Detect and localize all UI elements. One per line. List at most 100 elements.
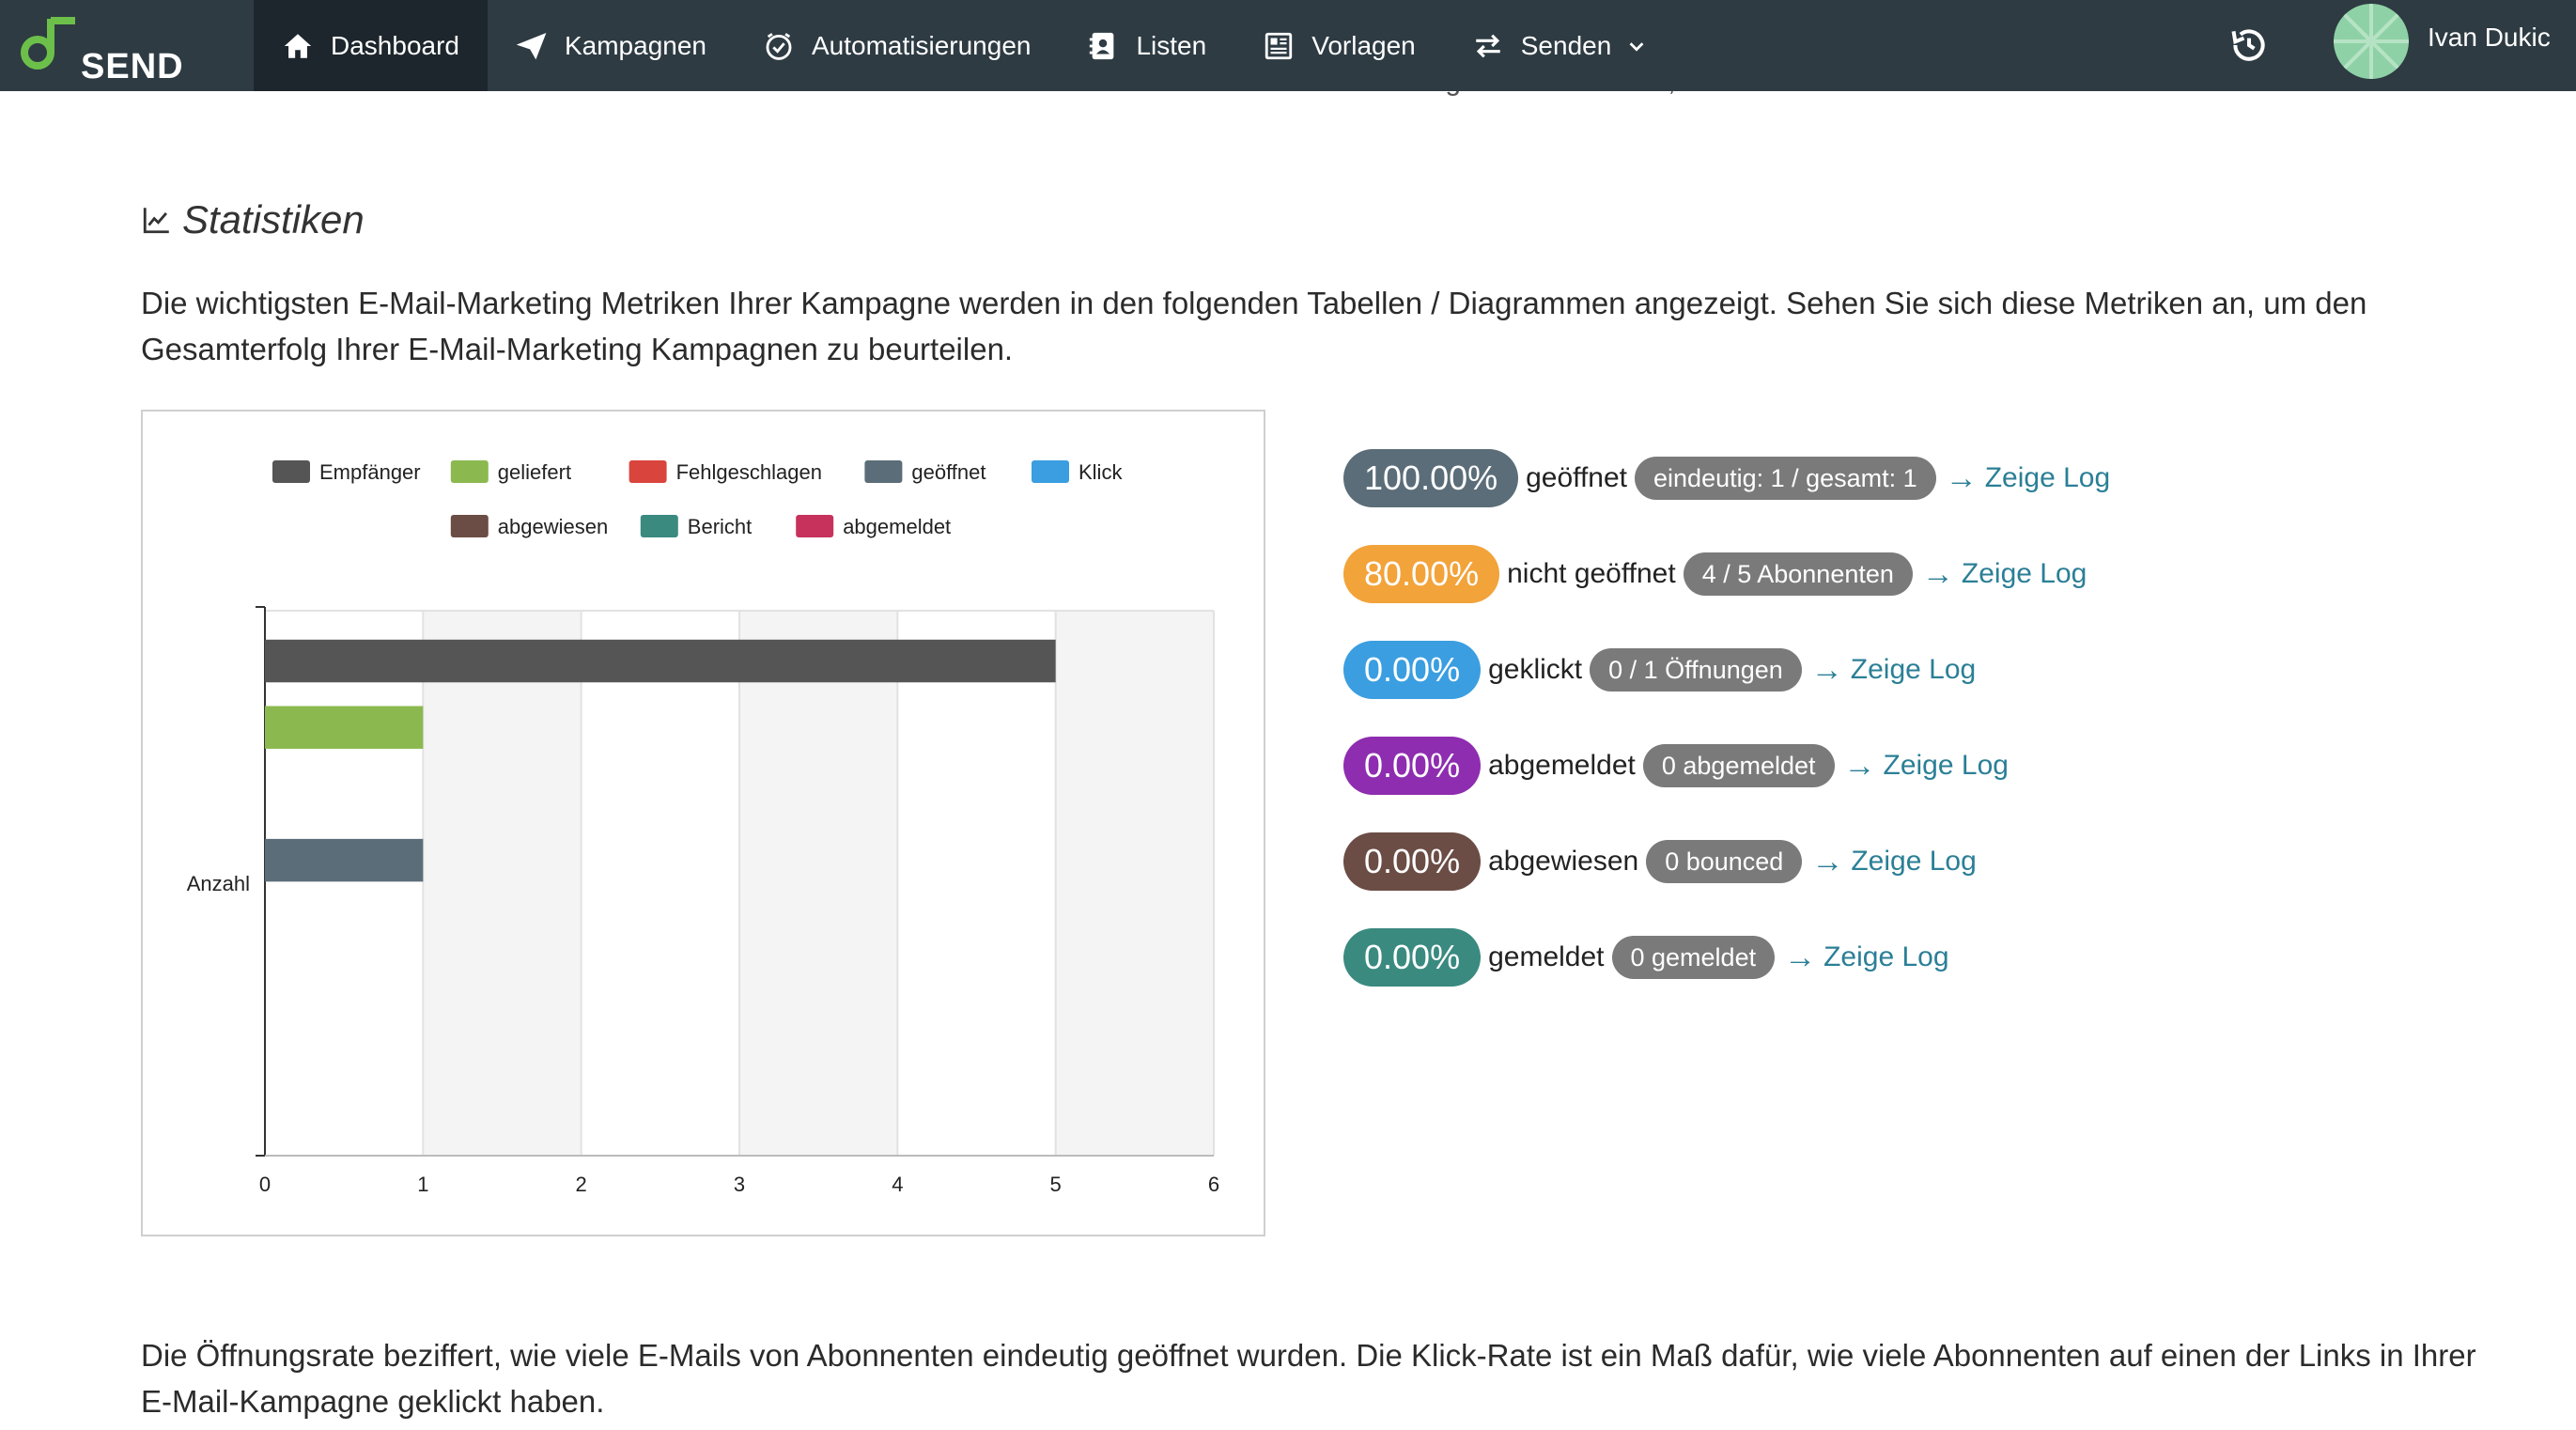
legend-label: geöffnet [911, 460, 985, 484]
paper-plane-icon [516, 32, 547, 59]
bar-empfänger [265, 639, 1056, 683]
legend-label: Klick [1079, 460, 1123, 484]
statistics-title-text: Statistiken [182, 197, 365, 241]
grid-band [423, 611, 582, 1156]
x-tick-label: 5 [1050, 1173, 1062, 1196]
x-tick-label: 0 [259, 1173, 271, 1196]
metric-count-pill: eindeutig: 1 / gesamt: 1 [1635, 457, 1936, 500]
nav-automatisierungen[interactable]: Automatisierungen [735, 0, 1059, 91]
clock-check-icon [766, 32, 792, 60]
x-tick-label: 4 [892, 1173, 903, 1196]
metric-count-pill: 0 gemeldet [1611, 936, 1776, 979]
legend-swatch [628, 460, 667, 483]
metric-label: abgewiesen [1488, 846, 1639, 877]
statistics-chart: 0 1 2 3 4 5 6 Anzahl Empfänger geliefert Fehlgesch… [141, 410, 1265, 1236]
chevron-down-icon [1629, 41, 1644, 52]
nav-senden-label: Senden [1520, 30, 1612, 60]
nav-vorlagen-label: Vorlagen [1311, 30, 1416, 60]
grid-band [1055, 611, 1214, 1156]
nav-kampagnen-label: Kampagnen [564, 30, 706, 60]
legend-label: Fehlgeschlagen [676, 460, 822, 484]
metric-row: 0.00% abgewiesen 0 bounced → Zeige Log [1343, 832, 1977, 891]
show-log-link[interactable]: → Zeige Log [1811, 652, 1976, 689]
metric-percentage-badge: 100.00% [1343, 449, 1519, 507]
legend-swatch [450, 515, 489, 537]
metric-row: 0.00% gemeldet 0 gemeldet → Zeige Log [1343, 928, 1949, 987]
bar-geliefert [265, 706, 424, 749]
nav-vorlagen[interactable]: Vorlagen [1234, 0, 1444, 91]
show-log-link[interactable]: → Zeige Log [1811, 844, 1976, 880]
nav-listen-label: Listen [1136, 30, 1207, 60]
metric-row: 100.00% geöffnet eindeutig: 1 / gesamt: 1 →… [1343, 449, 2110, 507]
legend-swatch [640, 515, 678, 537]
show-log-link[interactable]: → Zeige Log [1844, 748, 2009, 785]
metric-row: 80.00% nicht geöffnet 4 / 5 Abonnenten → Zei… [1343, 545, 2087, 603]
metric-percentage-badge: 0.00% [1343, 832, 1482, 891]
nav-listen[interactable]: Listen [1059, 0, 1234, 91]
nav-kampagnen[interactable]: Kampagnen [488, 0, 735, 91]
grid-band [739, 611, 898, 1156]
address-book-icon [1090, 32, 1114, 59]
metric-label: abgemeldet [1488, 750, 1636, 781]
metric-percentage-badge: 80.00% [1343, 545, 1500, 603]
arrow-right-icon: → [1784, 939, 1817, 975]
legend-swatch [450, 460, 489, 483]
history-icon[interactable] [2228, 24, 2270, 66]
arrow-right-icon: → [1811, 843, 1844, 879]
line-chart-icon [143, 208, 169, 234]
user-name[interactable]: Ivan Dukic [2428, 23, 2551, 53]
show-log-link[interactable]: → Zeige Log [1922, 556, 2087, 593]
show-log-link[interactable]: → Zeige Log [1784, 940, 1948, 976]
nav-dashboard[interactable]: Dashboard [254, 0, 488, 91]
metric-count-pill: 0 / 1 Öffnungen [1590, 648, 1802, 692]
metric-row: 0.00% abgemeldet 0 abgemeldet → Zeige Log [1343, 737, 2009, 795]
home-icon [284, 33, 312, 58]
metric-label: geklickt [1488, 654, 1583, 685]
logo[interactable]: SEND [17, 11, 183, 86]
exchange-icon [1476, 34, 1500, 57]
metric-percentage-badge: 0.00% [1343, 737, 1482, 795]
legend-swatch [1032, 460, 1069, 483]
avatar-pattern-icon [2334, 4, 2409, 79]
bar-chart: 0 1 2 3 4 5 6 Anzahl Empfänger geliefert Fehlgesch… [187, 460, 1219, 1196]
y-category-label: Anzahl [187, 872, 250, 895]
legend-label: abgewiesen [498, 515, 608, 538]
legend-label: geliefert [498, 460, 571, 484]
x-tick-label: 6 [1208, 1173, 1219, 1196]
nav-senden[interactable]: Senden [1444, 0, 1676, 91]
metric-count-pill: 4 / 5 Abonnenten [1683, 552, 1913, 596]
legend-swatch [796, 515, 834, 537]
metric-count-pill: 0 abgemeldet [1642, 744, 1835, 787]
show-log-link[interactable]: → Zeige Log [1946, 460, 2110, 497]
x-tick-label: 2 [576, 1173, 587, 1196]
show-log-label: Zeige Log [1883, 750, 2009, 781]
legend-label: Bericht [688, 515, 752, 538]
logo-text: SEND [81, 47, 184, 86]
metric-percentage-badge: 0.00% [1343, 641, 1482, 699]
nav-dashboard-label: Dashboard [331, 30, 459, 60]
x-tick-label: 1 [417, 1173, 428, 1196]
metric-row: 0.00% geklickt 0 / 1 Öffnungen → Zeige Log [1343, 641, 1976, 699]
nav-automatisierungen-label: Automatisierungen [812, 30, 1032, 60]
legend-swatch [864, 460, 903, 483]
top-navbar: SEND Dashboard Kampagnen Automatisierung… [0, 0, 2576, 91]
metric-label: gemeldet [1488, 941, 1605, 972]
legend-swatch [272, 460, 310, 483]
x-tick-label: 3 [734, 1173, 745, 1196]
arrow-right-icon: → [1810, 651, 1843, 688]
logo-mark-icon [21, 17, 75, 70]
show-log-label: Zeige Log [1823, 941, 1949, 972]
main-nav: Dashboard Kampagnen Automatisierungen Li… [254, 0, 1675, 91]
show-log-label: Zeige Log [1984, 462, 2111, 493]
arrow-right-icon: → [1945, 459, 1978, 496]
arrow-right-icon: → [1921, 555, 1954, 592]
arrow-right-icon: → [1843, 747, 1876, 784]
legend-label: Empfänger [319, 460, 421, 484]
legend-label: abgemeldet [843, 515, 951, 538]
metric-label: nicht geöffnet [1507, 558, 1676, 589]
avatar[interactable] [2334, 4, 2409, 79]
newspaper-icon [1265, 32, 1293, 59]
metric-percentage-badge: 0.00% [1343, 928, 1482, 987]
metric-count-pill: 0 bounced [1646, 840, 1803, 883]
show-log-label: Zeige Log [1850, 654, 1977, 685]
